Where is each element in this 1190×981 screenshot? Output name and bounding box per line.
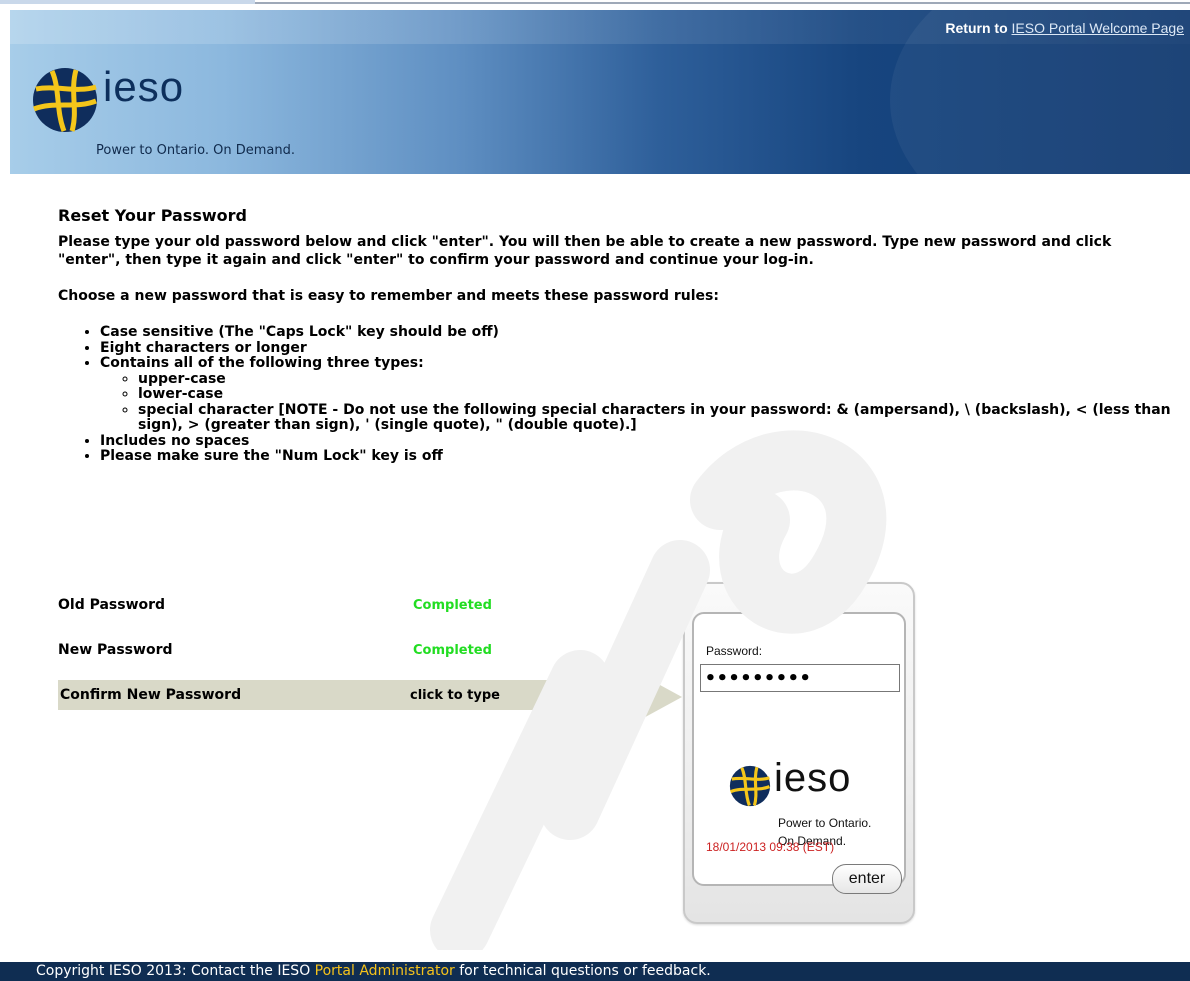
rule-item-label: Contains all of the following three type…: [100, 355, 424, 371]
ieso-logo: ieso Power to Ontario. On Demand.: [30, 63, 370, 165]
subrule-item: lower-case: [138, 386, 1178, 403]
step-old-password: Old Password Completed: [58, 590, 492, 620]
globe-icon: [729, 765, 771, 807]
top-strip-left: [0, 0, 255, 4]
password-label: Password:: [706, 644, 763, 658]
device-logo-wordmark: ieso: [774, 756, 852, 800]
step-confirm-password[interactable]: Confirm New Password click to type: [58, 680, 638, 710]
return-portal-link[interactable]: IESO Portal Welcome Page: [1012, 20, 1184, 36]
character-types-list: upper-case lower-case special character …: [100, 371, 1178, 434]
portal-administrator-link[interactable]: Portal Administrator: [315, 963, 455, 979]
return-prefix: Return to: [945, 20, 1008, 36]
header-banner: Return to IESO Portal Welcome Page ieso …: [10, 10, 1190, 174]
device-screen: Password: ieso Power to Ontario. On Dema…: [692, 612, 906, 886]
password-rules-list: Case sensitive (The "Caps Lock" key shou…: [58, 324, 1178, 465]
step-status: Completed: [413, 597, 492, 613]
page-title: Reset Your Password: [58, 206, 247, 225]
footer-suffix: for technical questions or feedback.: [459, 963, 711, 979]
top-strip-right: [255, 2, 1190, 4]
globe-icon: [33, 68, 97, 132]
logo-tagline: Power to Ontario. On Demand.: [96, 143, 295, 158]
step-label: New Password: [58, 642, 173, 658]
rules-intro: Choose a new password that is easy to re…: [58, 288, 719, 304]
step-status: Completed: [413, 642, 492, 658]
rule-item: Eight characters or longer: [100, 340, 1178, 357]
step-new-password: New Password Completed: [58, 635, 492, 665]
logo-wordmark: ieso: [103, 63, 185, 110]
step-label: Old Password: [58, 597, 166, 613]
enter-button[interactable]: enter: [832, 864, 902, 894]
main-content: Reset Your Password Please type your old…: [58, 206, 1178, 465]
footer-prefix: Copyright IESO 2013: Contact the IESO: [36, 963, 311, 979]
step-label: Confirm New Password: [60, 687, 242, 703]
subrule-item: special character [NOTE - Do not use the…: [138, 402, 1178, 434]
top-strip: [0, 0, 1190, 10]
subrule-item: upper-case: [138, 371, 1178, 388]
password-keypad-device: Password: ieso Power to Ontario. On Dema…: [683, 582, 915, 924]
rule-item: Case sensitive (The "Caps Lock" key shou…: [100, 324, 1178, 341]
intro-text: Please type your old password below and …: [58, 234, 1112, 268]
rule-item: Includes no spaces: [100, 433, 1178, 450]
device-datetime: 18/01/2013 09:38 (EST): [706, 840, 835, 854]
return-link-area: Return to IESO Portal Welcome Page: [945, 20, 1184, 36]
rule-item-types: Contains all of the following three type…: [100, 355, 1178, 434]
step-status: click to type: [410, 687, 500, 703]
arrow-right-icon: [638, 673, 682, 721]
rule-item: Please make sure the "Num Lock" key is o…: [100, 448, 1178, 465]
device-tagline-line1: Power to Ontario.: [778, 816, 872, 830]
password-input[interactable]: [700, 664, 900, 692]
footer-bar: Copyright IESO 2013: Contact the IESO Po…: [0, 962, 1190, 981]
